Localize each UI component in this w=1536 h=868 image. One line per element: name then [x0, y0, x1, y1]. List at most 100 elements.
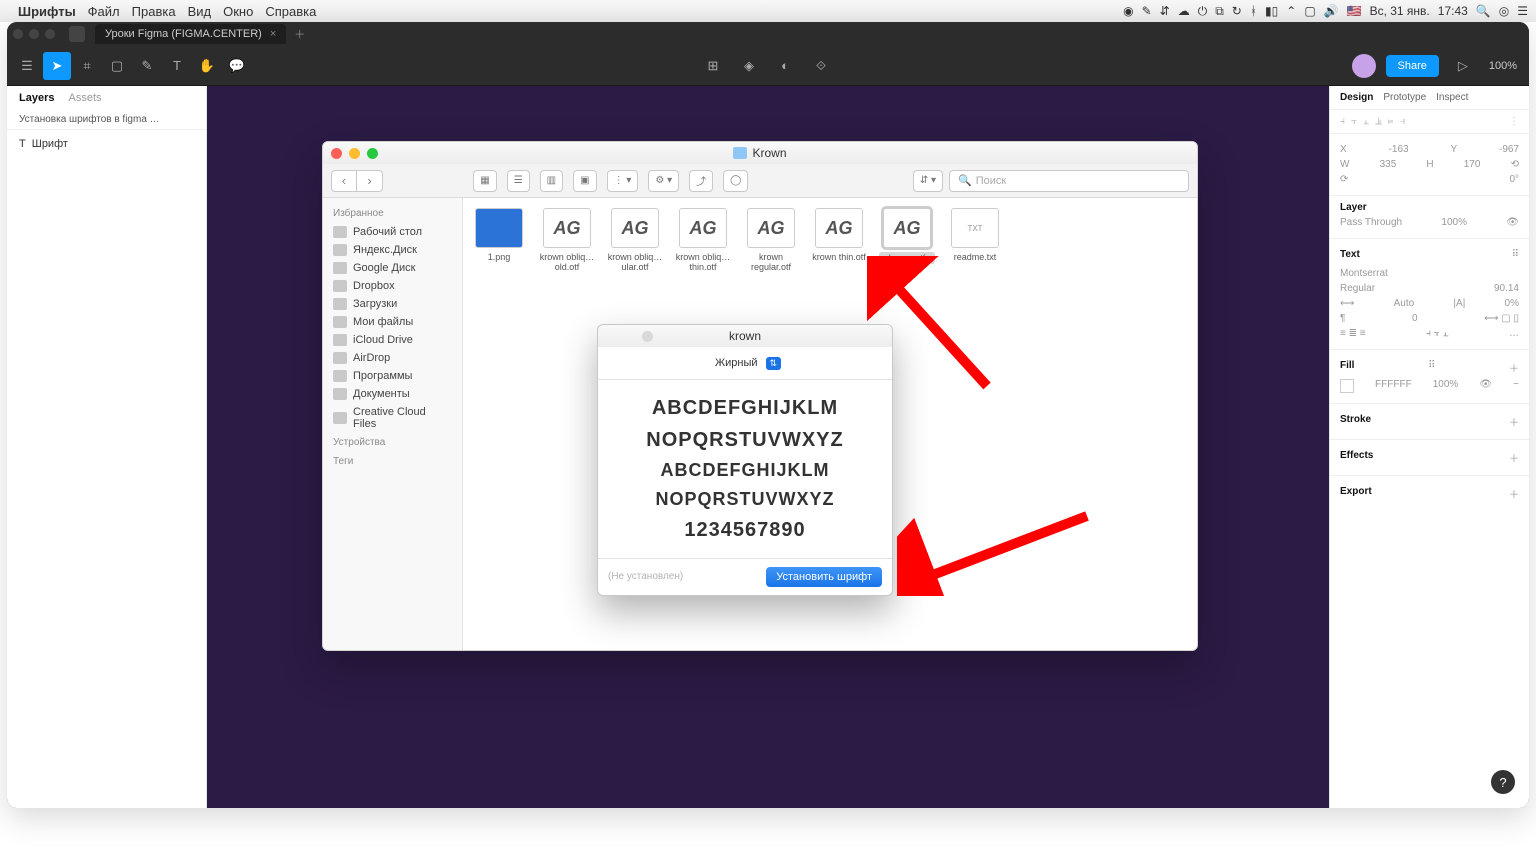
sidebar-item-documents[interactable]: Документы	[323, 385, 462, 403]
layer-opacity[interactable]: 100%	[1441, 217, 1467, 228]
menu-edit[interactable]: Правка	[132, 4, 176, 19]
figma-home-icon[interactable]	[69, 26, 85, 42]
sidebar-item-icloud[interactable]: iCloud Drive	[323, 331, 462, 349]
file-item[interactable]: 1.png	[471, 208, 527, 262]
sidebar-item-downloads[interactable]: Загрузки	[323, 295, 462, 313]
siri-icon[interactable]: ◎	[1499, 4, 1509, 18]
plus-icon[interactable]: ＋	[1509, 486, 1519, 501]
valign-icons[interactable]: ⫞ ⫟ ⫠	[1426, 328, 1449, 339]
zoom-level[interactable]: 100%	[1489, 60, 1517, 72]
comment-tool[interactable]: 💬	[223, 52, 251, 80]
menu-window[interactable]: Окно	[223, 4, 253, 19]
spotlight-icon[interactable]: 🔍	[1476, 4, 1491, 18]
page-selector[interactable]: Установка шрифтов в figma …	[7, 110, 206, 130]
prop-h[interactable]: 170	[1464, 159, 1481, 170]
fill-opacity[interactable]: 100%	[1433, 379, 1459, 393]
battery-icon[interactable]: ▮▯	[1265, 4, 1278, 18]
close-icon[interactable]	[606, 331, 617, 342]
present-icon[interactable]: ▷	[1449, 52, 1477, 80]
component-icon[interactable]: ◈	[735, 52, 763, 80]
flag-icon[interactable]: 🇺🇸	[1347, 4, 1362, 18]
view-columns[interactable]: ▥	[540, 170, 563, 192]
bluetooth-icon[interactable]: ᚼ	[1250, 4, 1257, 18]
back-button[interactable]: ‹	[331, 170, 357, 192]
hand-tool[interactable]: ✋	[193, 52, 221, 80]
layer-row[interactable]: T Шрифт	[7, 134, 206, 154]
more-icon[interactable]: …	[1509, 328, 1519, 339]
sidebar-item-cc[interactable]: Creative Cloud Files	[323, 403, 462, 433]
forward-button[interactable]: ›	[357, 170, 383, 192]
sidebar-item-desktop[interactable]: Рабочий стол	[323, 223, 462, 241]
view-list[interactable]: ☰	[507, 170, 530, 192]
align-icon[interactable]: ⊞	[699, 52, 727, 80]
install-font-button[interactable]: Установить шрифт	[766, 567, 882, 587]
plus-icon[interactable]: ＋	[1509, 360, 1519, 375]
file-item[interactable]: AGkrown obliq…old.otf	[539, 208, 595, 272]
eye-icon[interactable]: 👁	[1479, 379, 1492, 393]
status-icon[interactable]: ☁	[1178, 4, 1190, 18]
menubar-time[interactable]: 17:43	[1438, 4, 1468, 18]
status-icon[interactable]: ⧉	[1215, 4, 1224, 19]
status-icon[interactable]: ▢	[1304, 4, 1315, 18]
new-tab-button[interactable]: ＋	[294, 26, 305, 42]
prop-y[interactable]: -967	[1499, 144, 1519, 155]
status-icon[interactable]: ✎	[1142, 4, 1152, 18]
dropbox-icon[interactable]: ⇵	[1160, 4, 1170, 18]
hamburger-icon[interactable]: ☰	[13, 52, 41, 80]
figma-tab[interactable]: Уроки Figma (FIGMA.CENTER) ×	[95, 24, 286, 44]
tab-assets[interactable]: Assets	[68, 92, 101, 104]
frame-tool[interactable]: ⌗	[73, 52, 101, 80]
sidebar-item-apps[interactable]: Программы	[323, 367, 462, 385]
sidebar-item-airdrop[interactable]: AirDrop	[323, 349, 462, 367]
letter-spacing[interactable]: 0%	[1505, 298, 1519, 309]
menu-file[interactable]: Файл	[88, 4, 120, 19]
close-icon[interactable]	[331, 148, 342, 159]
file-item[interactable]: AGkrown obliq…thin.otf	[675, 208, 731, 272]
minus-icon[interactable]: −	[1513, 379, 1519, 393]
file-item[interactable]: AGkrown obliq…ular.otf	[607, 208, 663, 272]
tags-icon[interactable]: ◯	[723, 170, 748, 192]
finder-search[interactable]: 🔍Поиск	[949, 170, 1189, 192]
align-controls[interactable]: ⫞⫟⫠⫡⫢⫣⋮	[1330, 109, 1529, 133]
eye-icon[interactable]: 👁	[1506, 217, 1519, 228]
arrange-dropdown[interactable]: ⋮ ▾	[607, 170, 639, 192]
status-icon[interactable]: ↻	[1232, 4, 1242, 18]
mask-icon[interactable]: ◐	[771, 52, 799, 80]
move-tool[interactable]: ➤	[43, 52, 71, 80]
prop-w[interactable]: 335	[1380, 159, 1397, 170]
tab-inspect[interactable]: Inspect	[1436, 92, 1468, 103]
plus-icon[interactable]: ＋	[1509, 450, 1519, 465]
view-gallery[interactable]: ▣	[573, 170, 596, 192]
help-button[interactable]: ?	[1491, 770, 1515, 794]
resize-icons[interactable]: ⟷ ▢ ▯	[1484, 313, 1519, 324]
notifications-icon[interactable]: ☰	[1517, 4, 1528, 18]
avatar[interactable]	[1352, 54, 1376, 78]
link-icon[interactable]: ⟲	[1511, 159, 1519, 170]
shape-tool[interactable]: ▢	[103, 52, 131, 80]
para-spacing[interactable]: 0	[1412, 313, 1418, 324]
menubar-date[interactable]: Вс, 31 янв.	[1370, 4, 1430, 18]
status-icon[interactable]: ◉	[1123, 4, 1133, 18]
prop-x[interactable]: -163	[1389, 144, 1409, 155]
file-item[interactable]: AGkrown thin.otf	[811, 208, 867, 262]
share-button[interactable]: Share	[1386, 55, 1439, 77]
style-icon[interactable]: ⠿	[1428, 360, 1435, 375]
tab-prototype[interactable]: Prototype	[1383, 92, 1426, 103]
share-icon[interactable]: ⤴	[689, 170, 713, 192]
wifi-icon[interactable]: ⌃	[1286, 4, 1296, 18]
menubar-app[interactable]: Шрифты	[18, 4, 76, 19]
font-family[interactable]: Montserrat	[1340, 268, 1388, 279]
sidebar-item-gdrive[interactable]: Google Диск	[323, 259, 462, 277]
sidebar-item-dropbox[interactable]: Dropbox	[323, 277, 462, 295]
plus-icon[interactable]: ＋	[1509, 414, 1519, 429]
font-weight[interactable]: Regular	[1340, 283, 1375, 294]
blend-mode[interactable]: Pass Through	[1340, 217, 1402, 228]
menu-view[interactable]: Вид	[188, 4, 212, 19]
line-height[interactable]: Auto	[1394, 298, 1415, 309]
zoom-icon[interactable]	[367, 148, 378, 159]
text-tool[interactable]: T	[163, 52, 191, 80]
settings-icon[interactable]: ⠿	[1512, 249, 1519, 264]
weight-selector[interactable]: Жирный⇅	[598, 347, 892, 380]
tab-layers[interactable]: Layers	[19, 92, 54, 104]
pen-tool[interactable]: ✎	[133, 52, 161, 80]
